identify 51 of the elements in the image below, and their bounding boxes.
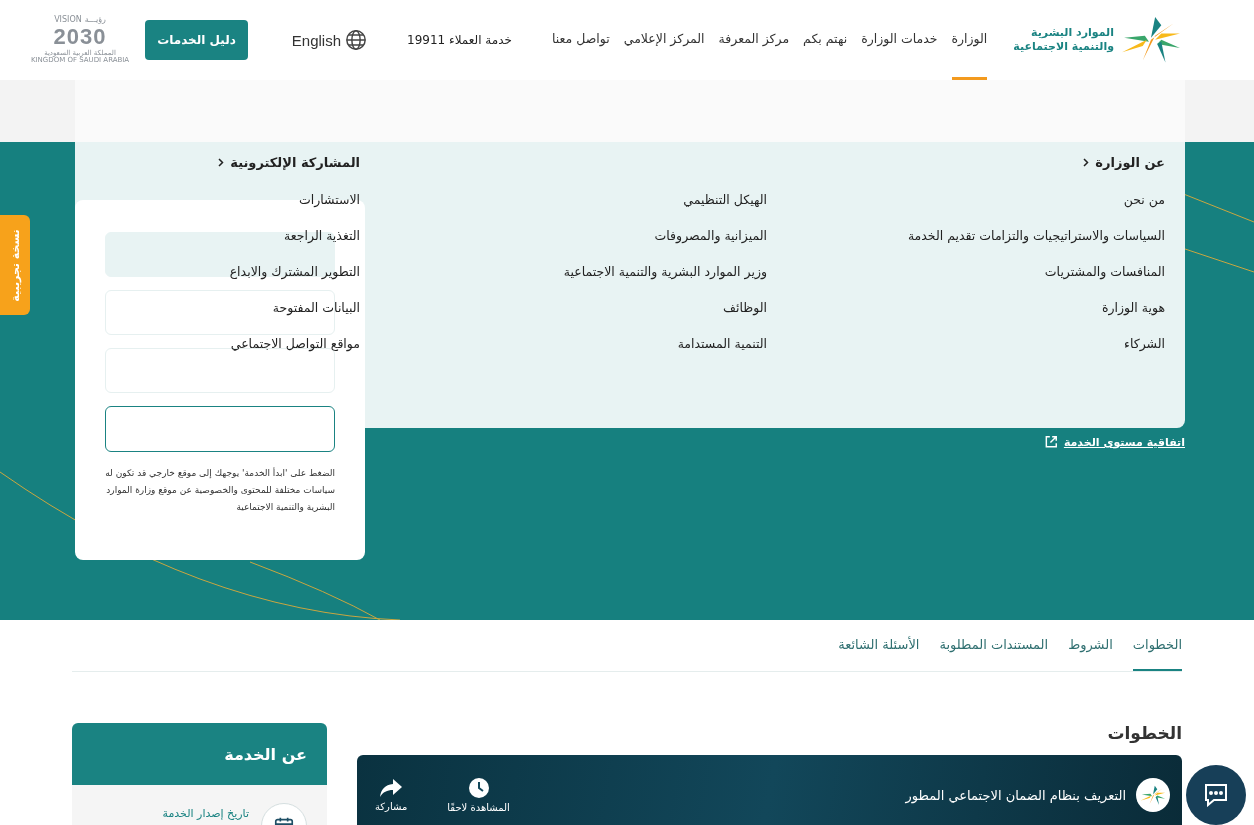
tab[interactable]: المستندات المطلوبة <box>939 620 1049 671</box>
menu-item[interactable]: الشركاء <box>1124 333 1165 369</box>
external-site-notice: الضغط على 'ابدأ الخدمة' يوجهك إلى موقع خارجي قد تكون له سياسات مختلفة للمحتوى والخصوصية عن موقع وزارة الموارد البشرية والتنمية الاجتماعية <box>105 466 335 514</box>
watch-later-button[interactable]: المشاهدة لاحقًا <box>447 777 510 813</box>
chat-button[interactable] <box>1186 765 1246 825</box>
section-heading: الخطوات <box>1106 723 1182 743</box>
vision-label: رؤيـــة <box>84 16 106 24</box>
menu-item[interactable]: التنمية المستدامة <box>677 333 767 369</box>
menu-item[interactable]: التطوير المشترك والابداع <box>229 261 360 297</box>
card-title: عن الخدمة <box>224 744 307 764</box>
menu-item[interactable]: الميزانية والمصروفات <box>654 225 767 261</box>
nav-link[interactable]: خدمات الوزارة <box>861 0 938 80</box>
menu-item[interactable]: مواقع التواصل الاجتماعي <box>230 333 360 369</box>
chevron-icon <box>218 157 225 167</box>
info-label: تاريخ إصدار الخدمة <box>162 807 249 820</box>
share-arrow-icon <box>380 778 403 797</box>
button-outline[interactable] <box>105 406 335 452</box>
customer-service-number: خدمة العملاء 19911 <box>407 33 512 47</box>
menu-item[interactable]: وزير الموارد البشرية والتنمية الاجتماعية <box>563 261 767 297</box>
globe-icon <box>345 29 367 51</box>
video-title: التعريف بنظام الضمان الاجتماعي المطور <box>904 787 1126 803</box>
clock-icon <box>468 777 489 798</box>
chevron-icon <box>1083 157 1090 167</box>
nav-link[interactable]: المركز الإعلامي <box>623 0 705 80</box>
menu-item[interactable]: التغذية الراجعة <box>284 225 360 261</box>
chat-bubble-icon <box>1203 783 1229 807</box>
share-button[interactable]: مشاركة <box>375 778 408 812</box>
logo-text: والتنمية الاجتماعية <box>1013 40 1114 54</box>
tab[interactable]: الشروط <box>1068 620 1113 671</box>
menu-item[interactable]: من نحن <box>1123 189 1165 225</box>
menu-item[interactable]: المنافسات والمشتريات <box>1044 261 1165 297</box>
logo-text: الموارد البشرية <box>1030 26 1114 40</box>
menu-item[interactable]: الهيكل التنظيمي <box>683 189 767 225</box>
menu-item[interactable]: السياسات والاستراتيجيات والتزامات تقديم الخدمة <box>907 225 1165 261</box>
vision-year: 2030 <box>53 24 107 49</box>
tab[interactable]: الخطوات <box>1132 620 1182 671</box>
menu-item[interactable]: الاستشارات <box>298 189 360 225</box>
nav-link[interactable]: نهتم بكم <box>803 0 848 80</box>
services-guide-button[interactable]: دليل الخدمات <box>145 20 248 60</box>
menu-heading[interactable]: عن الوزارة <box>1083 150 1165 174</box>
menu-item[interactable]: هوية الوزارة <box>1101 297 1165 333</box>
nav-link[interactable]: مركز المعرفة <box>718 0 790 80</box>
vision-label: VISION <box>54 16 82 24</box>
external-link-icon <box>1043 435 1058 449</box>
language-link[interactable]: English <box>291 29 367 51</box>
nav-link[interactable]: تواصل معنا <box>551 0 610 80</box>
ministry-logo <box>1140 784 1166 806</box>
service-level-link[interactable]: اتفاقية مستوى الخدمة <box>1063 435 1185 449</box>
menu-item[interactable]: الوظائف <box>723 297 767 333</box>
tab[interactable]: الأسئلة الشائعة <box>838 620 920 671</box>
menu-heading[interactable]: المشاركة الإلكترونية <box>218 150 360 174</box>
